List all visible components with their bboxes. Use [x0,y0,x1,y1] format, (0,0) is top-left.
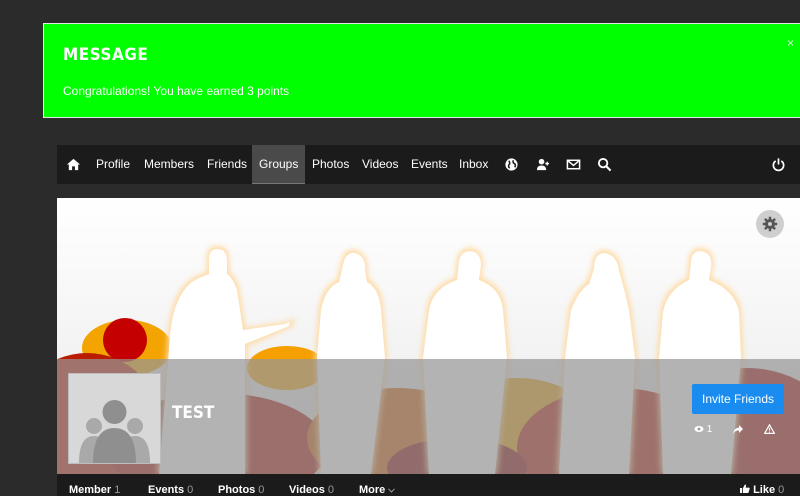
tab-label: Photos [218,484,256,496]
friend-request-icon[interactable] [535,157,550,172]
cover-overlay [57,359,800,474]
gear-icon [762,216,778,232]
nav-item-events[interactable]: Events [411,145,448,184]
like-label: Like [753,484,776,496]
chevron-down-icon [388,488,396,493]
like-button[interactable]: Like 0 [740,484,784,496]
nav-item-friends[interactable]: Friends [207,145,247,184]
tab-member[interactable]: Member 1 [69,484,120,496]
message-box: MESSAGE Congratulations! You have earned… [43,23,800,118]
nav-item-groups[interactable]: Groups [252,145,306,184]
tab-photos[interactable]: Photos 0 [218,484,264,496]
nav-item-inbox[interactable]: Inbox [459,145,488,184]
nav-item-photos[interactable]: Photos [312,145,349,184]
tab-events[interactable]: Events 0 [148,484,193,496]
tab-label: Events [148,484,185,496]
group-name: TEST [172,403,215,423]
message-title: MESSAGE [63,45,149,65]
share-icon[interactable] [733,424,743,435]
views-value: 1 [706,424,713,435]
thumbs-up-icon [740,484,750,493]
tab-count: 0 [187,484,194,496]
default-group-avatar-icon [69,374,160,463]
search-icon[interactable] [597,157,612,172]
tab-videos[interactable]: Videos 0 [289,484,334,496]
tab-label: Videos [289,484,325,496]
group-avatar [68,373,161,464]
report-icon[interactable] [763,423,776,435]
nav-item-profile[interactable]: Profile [96,145,130,184]
like-count: 0 [778,484,785,496]
close-icon[interactable]: × [787,36,794,50]
nav-item-members[interactable]: Members [144,145,194,184]
nav-item-videos[interactable]: Videos [362,145,398,184]
group-tabs: Member 1 Events 0 Photos 0 Videos 0 More Lik… [57,474,800,496]
message-text: Congratulations! You have earned 3 point… [63,84,290,98]
tab-more[interactable]: More [359,484,396,496]
tab-count: 0 [258,484,265,496]
settings-button[interactable] [756,210,784,238]
globe-icon[interactable] [504,157,519,172]
tab-label: Member [69,484,112,496]
home-icon[interactable] [66,157,81,172]
eye-icon [694,426,704,433]
power-icon[interactable] [771,157,786,172]
invite-friends-button[interactable]: Invite Friends [692,384,784,414]
mail-icon[interactable] [566,157,581,172]
tab-label: More [359,484,386,496]
tab-count: 0 [327,484,334,496]
group-cover: TEST Invite Friends 1 [57,198,800,474]
main-nav: Profile Members Friends Groups Photos Vi… [57,145,800,184]
tab-count: 1 [114,484,121,496]
views-count: 1 [694,424,712,435]
